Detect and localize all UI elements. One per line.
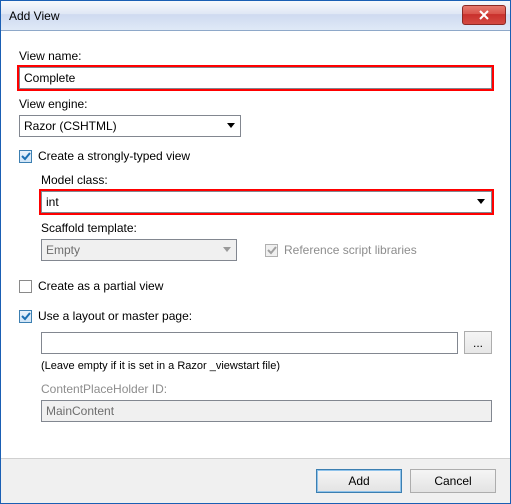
use-layout-checkbox[interactable] — [19, 310, 32, 323]
strongly-typed-label: Create a strongly-typed view — [38, 149, 190, 163]
content-placeholder-label: ContentPlaceHolder ID: — [41, 382, 492, 396]
window-title: Add View — [9, 9, 59, 23]
content-placeholder-input — [41, 400, 492, 422]
view-engine-value[interactable] — [19, 115, 241, 137]
layout-section: ... (Leave empty if it is set in a Razor… — [41, 327, 492, 422]
check-icon — [21, 311, 31, 321]
close-icon — [479, 10, 489, 20]
add-button[interactable]: Add — [316, 469, 402, 493]
scaffold-template-label: Scaffold template: — [41, 221, 492, 235]
view-name-input[interactable] — [19, 67, 492, 89]
model-class-input[interactable] — [41, 191, 492, 213]
dialog-window: Add View View name: View engine: Create … — [0, 0, 511, 504]
close-button[interactable] — [462, 5, 506, 25]
dialog-body: View name: View engine: Create a strongl… — [1, 31, 510, 458]
check-icon — [21, 151, 31, 161]
cancel-button[interactable]: Cancel — [410, 469, 496, 493]
reference-libs-checkbox — [265, 244, 278, 257]
partial-view-row[interactable]: Create as a partial view — [19, 279, 492, 293]
strongly-typed-section: Model class: Scaffold template: Referenc… — [41, 167, 492, 261]
partial-view-label: Create as a partial view — [38, 279, 163, 293]
use-layout-label: Use a layout or master page: — [38, 309, 192, 323]
partial-view-checkbox[interactable] — [19, 280, 32, 293]
strongly-typed-row[interactable]: Create a strongly-typed view — [19, 149, 492, 163]
view-name-label: View name: — [19, 49, 492, 63]
layout-path-input[interactable] — [41, 332, 458, 354]
use-layout-row[interactable]: Use a layout or master page: — [19, 309, 492, 323]
reference-libs-label: Reference script libraries — [284, 243, 417, 257]
reference-libs-row: Reference script libraries — [265, 243, 417, 257]
scaffold-template-combo[interactable] — [41, 239, 237, 261]
strongly-typed-checkbox[interactable] — [19, 150, 32, 163]
dialog-footer: Add Cancel — [1, 458, 510, 503]
view-engine-label: View engine: — [19, 97, 492, 111]
check-icon — [267, 245, 277, 255]
layout-hint: (Leave empty if it is set in a Razor _vi… — [41, 360, 492, 372]
browse-button[interactable]: ... — [464, 331, 492, 354]
titlebar: Add View — [1, 1, 510, 31]
model-class-label: Model class: — [41, 173, 492, 187]
scaffold-template-value[interactable] — [41, 239, 237, 261]
view-engine-combo[interactable] — [19, 115, 241, 137]
model-class-combo[interactable] — [41, 191, 492, 213]
